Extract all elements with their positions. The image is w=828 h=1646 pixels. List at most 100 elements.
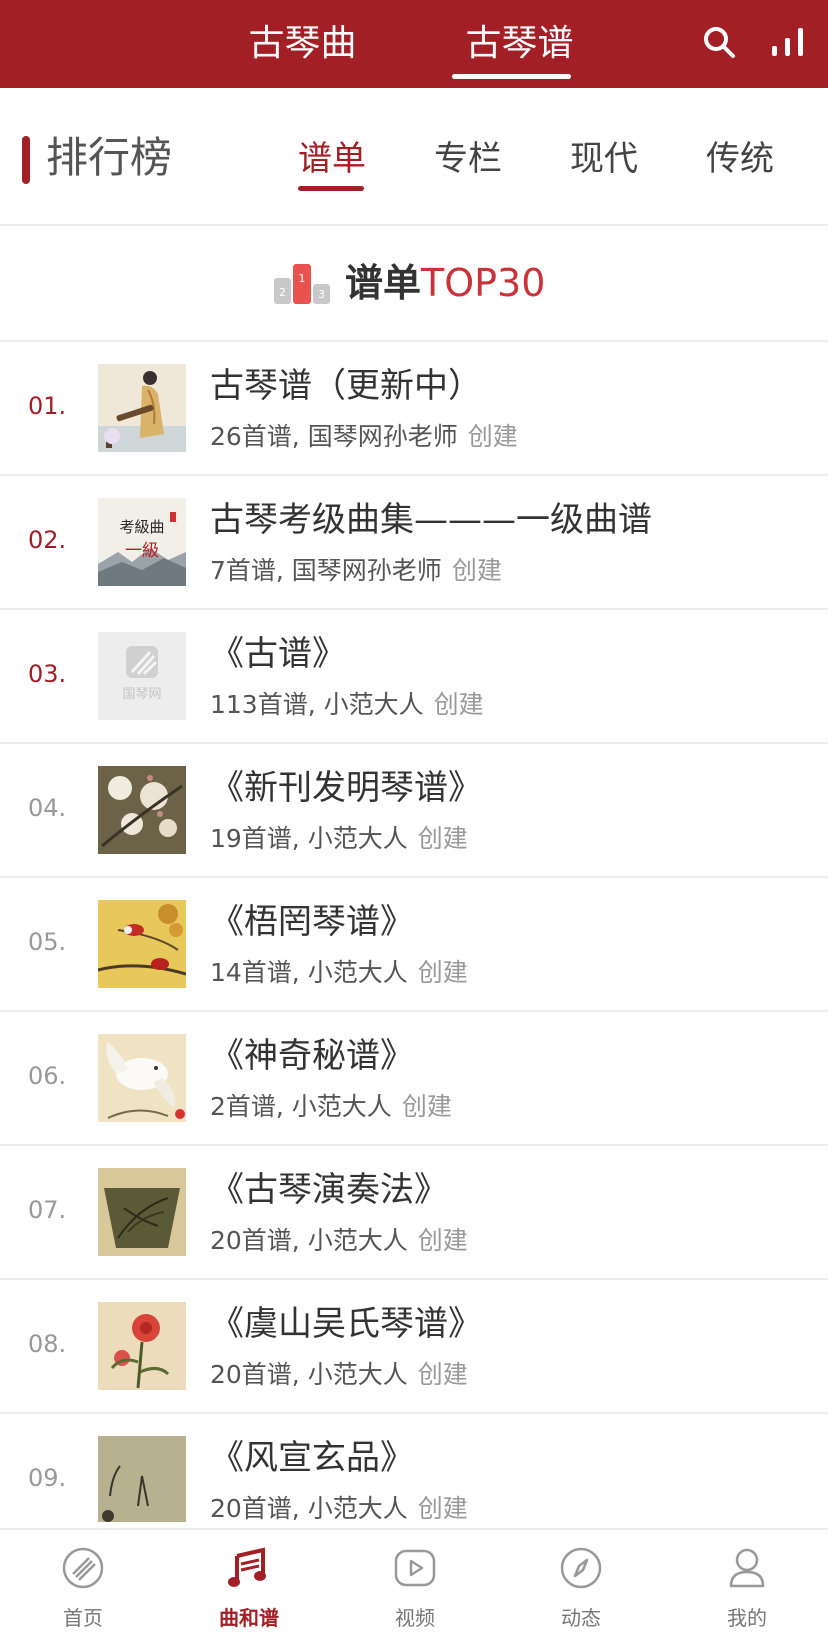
list-item[interactable]: 01. 古琴谱（更新中） 26首谱, 国琴网孙老师 创建 — [0, 342, 828, 476]
tab-chuan-tong[interactable]: 传统 — [706, 134, 774, 184]
tab-gu-qin-qu[interactable]: 古琴曲 — [235, 18, 370, 70]
item-meta: 19首谱, 小范大人 创建 — [210, 822, 468, 856]
list-item[interactable]: 03. 国琴网 《古谱》 113首谱, 小范大人 创建 — [0, 610, 828, 744]
item-info: 2首谱, 小范大人 — [210, 1092, 392, 1121]
podium-icon: 2 1 3 — [274, 264, 330, 304]
item-created: 创建 — [401, 1092, 452, 1121]
item-created: 创建 — [433, 690, 484, 719]
cover-thumbnail — [98, 766, 186, 854]
list-item[interactable]: 04. 《新刊发明琴谱》 19首谱, 小范大人 创建 — [0, 744, 828, 878]
svg-text:2: 2 — [279, 286, 286, 299]
thumb-text: 国琴网 — [122, 687, 161, 702]
active-tab-indicator — [452, 74, 571, 79]
list-item[interactable]: 02. 考級曲 一級 古琴考级曲集———一级曲谱 7首谱, 国琴网孙老师 创建 — [0, 476, 828, 610]
item-info: 19首谱, 小范大人 — [210, 824, 408, 853]
item-meta: 2首谱, 小范大人 创建 — [210, 1090, 452, 1124]
item-created: 创建 — [417, 1494, 468, 1522]
list-item[interactable]: 05. 《梧罔琴谱》 14首谱, 小范大人 创建 — [0, 878, 828, 1012]
tab-xian-dai[interactable]: 现代 — [570, 134, 638, 184]
list-item[interactable]: 07. 《古琴演奏法》 20首谱, 小范大人 创建 — [0, 1146, 828, 1280]
page-title: 排行榜 — [46, 133, 173, 182]
nav-video[interactable]: 视频 — [332, 1530, 498, 1646]
item-created: 创建 — [417, 958, 468, 987]
qin-icon — [62, 1547, 104, 1589]
category-tab-indicator — [298, 186, 364, 191]
cover-thumbnail — [98, 1168, 186, 1256]
compass-icon — [560, 1547, 602, 1589]
bottom-nav: 首页 曲和谱 视频 动态 我的 — [0, 1528, 828, 1646]
rank-number: 07. — [28, 1196, 67, 1224]
item-title: 《风宣玄品》 — [210, 1438, 414, 1478]
item-title: 古琴考级曲集———一级曲谱 — [210, 500, 652, 540]
item-meta: 20首谱, 小范大人 创建 — [210, 1224, 468, 1258]
thumb-text: 一級 — [125, 541, 159, 561]
nav-label: 动态 — [561, 1606, 601, 1630]
nav-label: 首页 — [63, 1606, 103, 1630]
item-title: 《新刊发明琴谱》 — [210, 768, 482, 808]
item-created: 创建 — [451, 556, 502, 585]
nav-home[interactable]: 首页 — [0, 1530, 166, 1646]
nav-label: 曲和谱 — [219, 1606, 279, 1630]
nav-label: 我的 — [727, 1606, 767, 1630]
item-created: 创建 — [467, 422, 518, 451]
cover-thumbnail — [98, 900, 186, 988]
cover-thumbnail — [98, 1436, 186, 1522]
tab-zhuan-lan[interactable]: 专栏 — [434, 134, 502, 184]
tab-pu-dan[interactable]: 谱单 — [298, 134, 366, 184]
item-title: 古琴谱（更新中） — [210, 366, 482, 406]
rank-number: 05. — [28, 928, 67, 956]
item-meta: 7首谱, 国琴网孙老师 创建 — [210, 554, 502, 588]
list-item[interactable]: 08. 《虞山吴氏琴谱》 20首谱, 小范大人 创建 — [0, 1280, 828, 1414]
cover-thumbnail: 考級曲 一級 — [98, 498, 186, 586]
item-title: 《神奇秘谱》 — [210, 1036, 414, 1076]
top30-banner: 2 1 3 谱单TOP30 — [0, 226, 828, 342]
item-info: 14首谱, 小范大人 — [210, 958, 408, 987]
nav-dynamics[interactable]: 动态 — [498, 1530, 664, 1646]
item-info: 20首谱, 小范大人 — [210, 1494, 408, 1522]
item-info: 113首谱, 小范大人 — [210, 690, 424, 719]
item-meta: 113首谱, 小范大人 创建 — [210, 688, 484, 722]
rank-number: 03. — [28, 660, 67, 688]
svg-text:1: 1 — [299, 272, 306, 285]
video-play-icon — [394, 1549, 436, 1587]
item-title: 《梧罔琴谱》 — [210, 902, 414, 942]
rank-number: 08. — [28, 1330, 67, 1358]
cover-thumbnail — [98, 1302, 186, 1390]
tab-gu-qin-pu[interactable]: 古琴谱 — [452, 18, 587, 70]
rank-number: 02. — [28, 526, 67, 554]
nav-music-and-scores[interactable]: 曲和谱 — [166, 1530, 332, 1646]
item-title: 《虞山吴氏琴谱》 — [210, 1304, 482, 1344]
top30-title: 谱单TOP30 — [345, 256, 545, 310]
top30-title-main: 谱单 — [345, 261, 422, 305]
search-icon[interactable] — [701, 24, 737, 60]
ranking-icon[interactable] — [770, 24, 806, 60]
nav-mine[interactable]: 我的 — [664, 1530, 828, 1646]
ranking-header: 排行榜 谱单 专栏 现代 传统 — [0, 88, 828, 226]
item-info: 7首谱, 国琴网孙老师 — [210, 556, 442, 585]
item-info: 20首谱, 小范大人 — [210, 1360, 408, 1389]
item-created: 创建 — [417, 1360, 468, 1389]
person-icon — [729, 1548, 765, 1588]
item-info: 26首谱, 国琴网孙老师 — [210, 422, 458, 451]
item-created: 创建 — [417, 824, 468, 853]
list-item[interactable]: 06. 《神奇秘谱》 2首谱, 小范大人 创建 — [0, 1012, 828, 1146]
ranking-list: 01. 古琴谱（更新中） 26首谱, 国琴网孙老师 创建 02. 考級曲 一級 古… — [0, 342, 828, 1522]
item-meta: 14首谱, 小范大人 创建 — [210, 956, 468, 990]
item-meta: 20首谱, 小范大人 创建 — [210, 1492, 468, 1522]
cover-thumbnail — [98, 364, 186, 452]
top-bar: 古琴曲 古琴谱 — [0, 0, 828, 88]
item-meta: 20首谱, 小范大人 创建 — [210, 1358, 468, 1392]
thumb-text: 考級曲 — [119, 518, 164, 536]
music-notes-icon — [228, 1547, 266, 1587]
svg-text:3: 3 — [318, 288, 325, 301]
rank-number: 04. — [28, 794, 67, 822]
nav-label: 视频 — [395, 1606, 435, 1630]
rank-number: 06. — [28, 1062, 67, 1090]
top30-title-accent: TOP30 — [421, 261, 546, 305]
list-item[interactable]: 09. 《风宣玄品》 20首谱, 小范大人 创建 — [0, 1414, 828, 1522]
title-accent-bar — [22, 136, 30, 184]
item-created: 创建 — [417, 1226, 468, 1255]
cover-thumbnail — [98, 1034, 186, 1122]
rank-number: 09. — [28, 1464, 67, 1492]
item-meta: 26首谱, 国琴网孙老师 创建 — [210, 420, 518, 454]
